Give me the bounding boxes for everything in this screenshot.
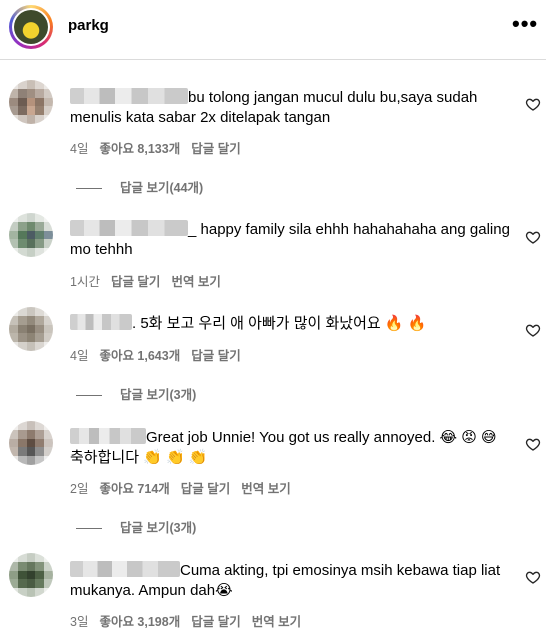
reply-button[interactable]: 답글 달기 <box>191 142 240 156</box>
comment-text: bu tolong jangan mucul dulu bu,saya suda… <box>70 88 510 128</box>
avatar-image <box>14 10 48 44</box>
blurred-username[interactable] <box>70 428 146 444</box>
replies-divider <box>76 188 102 190</box>
translate-button[interactable]: 번역 보기 <box>241 482 290 496</box>
comment-text: . 5화 보고 우리 애 아빠가 많이 화났어요 🔥 🔥 <box>70 314 510 334</box>
comment-meta: 4일 좋아요 8,133개 답글 달기 <box>70 138 252 157</box>
commenter-avatar[interactable] <box>9 80 53 124</box>
more-options-icon[interactable]: ••• <box>512 13 538 35</box>
commenter-avatar[interactable] <box>9 213 53 257</box>
comment-meta: 1시간 답글 달기 번역 보기 <box>70 271 232 290</box>
comment-text: Cuma akting, tpi emosinya msih kebawa ti… <box>70 561 510 601</box>
comment-meta: 3일 좋아요 3,198개 답글 달기 번역 보기 <box>70 611 312 628</box>
like-count[interactable]: 좋아요 714개 <box>99 482 169 496</box>
avatar-border <box>12 8 50 46</box>
heart-outline-icon[interactable] <box>525 96 541 112</box>
reply-button[interactable]: 답글 달기 <box>191 349 240 363</box>
like-count[interactable]: 좋아요 8,133개 <box>99 142 180 156</box>
replies-divider <box>76 528 102 530</box>
view-replies-label: 답글 보기(44개) <box>120 181 204 195</box>
profile-avatar[interactable] <box>9 5 53 49</box>
replies-divider <box>76 395 102 397</box>
blurred-username[interactable] <box>70 88 188 104</box>
heart-outline-icon[interactable] <box>525 569 541 585</box>
post-header: parkg ••• <box>0 0 546 60</box>
comment-text: Great job Unnie! You got us really annoy… <box>70 428 510 468</box>
comment-time[interactable]: 3일 <box>70 615 88 628</box>
comment-time[interactable]: 1시간 <box>70 275 100 289</box>
username[interactable]: parkg <box>68 17 109 34</box>
view-replies-label: 답글 보기(3개) <box>120 388 197 402</box>
translate-button[interactable]: 번역 보기 <box>171 275 220 289</box>
view-replies-button[interactable]: 답글 보기(3개) <box>76 517 196 536</box>
like-count[interactable]: 좋아요 3,198개 <box>99 615 180 628</box>
commenter-avatar[interactable] <box>9 421 53 465</box>
blurred-username[interactable] <box>70 561 180 577</box>
heart-outline-icon[interactable] <box>525 322 541 338</box>
comment-time[interactable]: 4일 <box>70 349 88 363</box>
view-replies-label: 답글 보기(3개) <box>120 521 197 535</box>
like-count[interactable]: 좋아요 1,643개 <box>99 349 180 363</box>
comment-meta: 4일 좋아요 1,643개 답글 달기 <box>70 345 252 364</box>
comment-time[interactable]: 4일 <box>70 142 88 156</box>
comment-meta: 2일 좋아요 714개 답글 달기 번역 보기 <box>70 478 302 497</box>
blurred-username[interactable] <box>70 220 188 236</box>
heart-outline-icon[interactable] <box>525 436 541 452</box>
reply-button[interactable]: 답글 달기 <box>181 482 230 496</box>
commenter-avatar[interactable] <box>9 307 53 351</box>
view-replies-button[interactable]: 답글 보기(44개) <box>76 177 203 196</box>
comment-body: . 5화 보고 우리 애 아빠가 많이 화났어요 🔥 🔥 <box>132 315 427 332</box>
comment-time[interactable]: 2일 <box>70 482 88 496</box>
commenter-avatar[interactable] <box>9 553 53 597</box>
reply-button[interactable]: 답글 달기 <box>111 275 160 289</box>
view-replies-button[interactable]: 답글 보기(3개) <box>76 384 196 403</box>
blurred-username[interactable] <box>70 314 132 330</box>
heart-outline-icon[interactable] <box>525 229 541 245</box>
reply-button[interactable]: 답글 달기 <box>191 615 240 628</box>
translate-button[interactable]: 번역 보기 <box>252 615 301 628</box>
comment-text: _ happy family sila ehhh hahahahaha ang … <box>70 220 510 260</box>
